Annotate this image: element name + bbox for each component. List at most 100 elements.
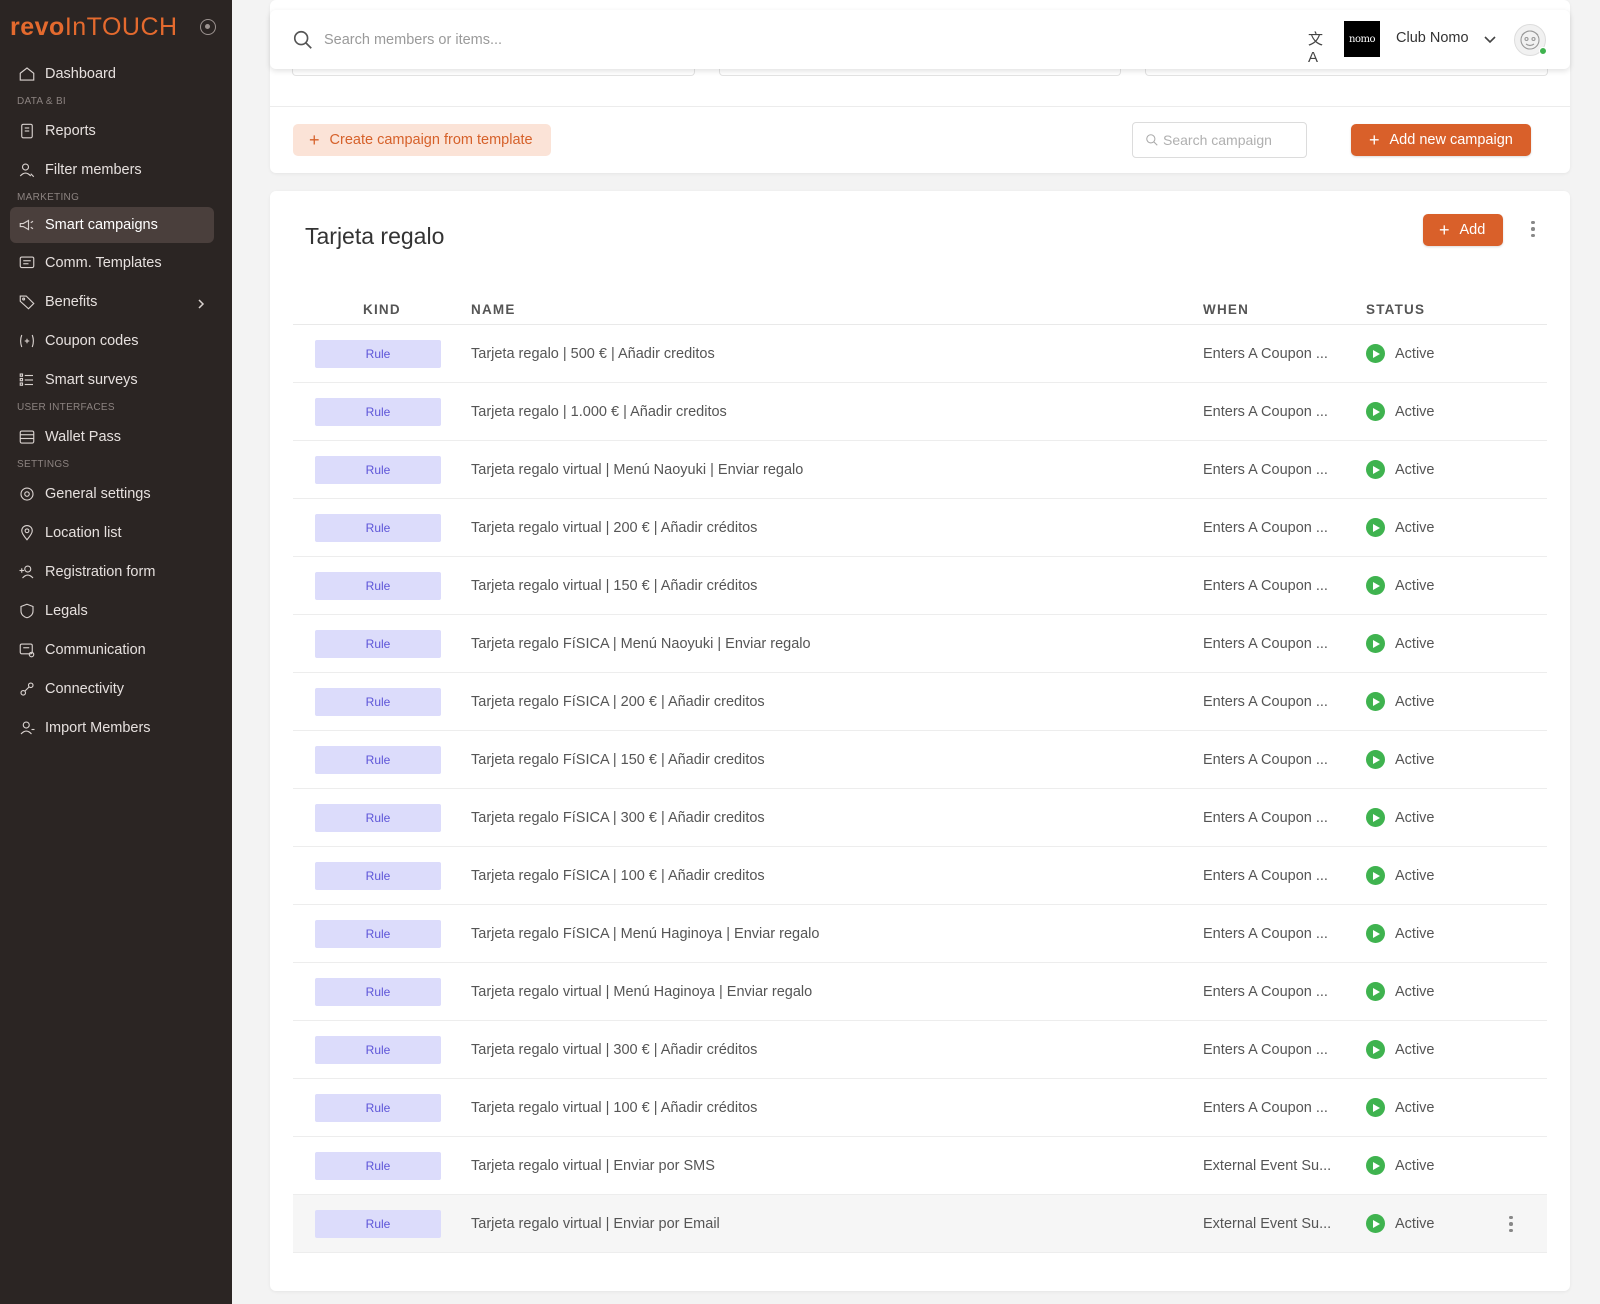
sidebar-item-dashboard[interactable]: Dashboard xyxy=(10,54,214,93)
play-icon xyxy=(1366,750,1385,769)
table-row[interactable]: Rule Tarjeta regalo FíSICA | Menú Naoyuki… xyxy=(293,615,1547,673)
sidebar-item-filter-members[interactable]: Filter members xyxy=(10,150,214,189)
wallet-icon xyxy=(18,428,36,446)
sidebar-item-connectivity[interactable]: Connectivity xyxy=(10,669,214,708)
column-header-when[interactable]: WHEN xyxy=(1203,302,1366,317)
logo-row: revoInTOUCH xyxy=(0,0,232,54)
name-cell[interactable]: Tarjeta regalo FíSICA | Menú Haginoya | … xyxy=(471,926,1203,942)
status-cell: Active xyxy=(1366,1156,1546,1175)
name-cell[interactable]: Tarjeta regalo virtual | Enviar por Emai… xyxy=(471,1216,1203,1232)
name-cell[interactable]: Tarjeta regalo FíSICA | 100 € | Añadir c… xyxy=(471,868,1203,884)
search-icon xyxy=(292,29,314,51)
chevron-down-icon[interactable] xyxy=(1483,32,1497,46)
reports-icon xyxy=(18,122,36,140)
kind-badge: Rule xyxy=(315,339,441,368)
sidebar-section-label: DATA & BI xyxy=(17,96,67,107)
plus-icon: + xyxy=(1439,220,1450,240)
status-label: Active xyxy=(1395,925,1435,942)
kind-cell: Rule xyxy=(293,1035,471,1064)
sidebar-item-label: Dashboard xyxy=(45,65,116,82)
name-cell[interactable]: Tarjeta regalo FíSICA | Menú Naoyuki | E… xyxy=(471,636,1203,652)
when-cell: External Event Su... xyxy=(1203,1157,1332,1174)
name-cell[interactable]: Tarjeta regalo virtual | 300 € | Añadir … xyxy=(471,1042,1203,1058)
name-cell[interactable]: Tarjeta regalo virtual | Menú Haginoya |… xyxy=(471,984,1203,1000)
translate-icon[interactable]: 文A xyxy=(1308,28,1330,66)
name-cell[interactable]: Tarjeta regalo FíSICA | 200 € | Añadir c… xyxy=(471,694,1203,710)
kind-badge: Rule xyxy=(315,861,441,890)
column-header-kind[interactable]: KIND xyxy=(293,302,471,317)
column-header-status[interactable]: STATUS xyxy=(1366,302,1546,317)
avatar[interactable] xyxy=(1514,24,1547,56)
column-header-name[interactable]: NAME xyxy=(471,302,1203,317)
search-icon xyxy=(1146,134,1158,146)
sidebar-item-wallet-pass[interactable]: Wallet Pass xyxy=(10,417,214,456)
table-row[interactable]: Rule Tarjeta regalo virtual | Menú Hagino… xyxy=(293,963,1547,1021)
row-options-icon[interactable] xyxy=(1501,1212,1521,1236)
search-members-input[interactable] xyxy=(324,31,1224,48)
sidebar-item-communication[interactable]: Communication xyxy=(10,630,214,669)
sidebar-item-location-list[interactable]: Location list xyxy=(10,513,214,552)
table-row[interactable]: Rule Tarjeta regalo FíSICA | 200 € | Añad… xyxy=(293,673,1547,731)
app-logo[interactable]: revoInTOUCH xyxy=(10,13,178,42)
sidebar-item-general-settings[interactable]: General settings xyxy=(10,474,214,513)
table-row[interactable]: Rule Tarjeta regalo virtual | 100 € | Aña… xyxy=(293,1079,1547,1137)
when-cell: Enters A Coupon ... xyxy=(1203,519,1328,536)
sidebar-item-legals[interactable]: Legals xyxy=(10,591,214,630)
create-from-template-button[interactable]: + Create campaign from template xyxy=(293,124,551,156)
table-row[interactable]: Rule Tarjeta regalo virtual | 300 € | Aña… xyxy=(293,1021,1547,1079)
status-label: Active xyxy=(1395,983,1435,1000)
play-icon xyxy=(1366,344,1385,363)
table-row[interactable]: Rule Tarjeta regalo virtual | Enviar por … xyxy=(293,1137,1547,1195)
name-cell[interactable]: Tarjeta regalo virtual | 100 € | Añadir … xyxy=(471,1100,1203,1116)
campaigns-table: KIND NAME WHEN STATUS Rule Tarjeta regalo… xyxy=(293,295,1547,1253)
play-icon xyxy=(1366,692,1385,711)
table-row[interactable]: Rule Tarjeta regalo | 1.000 € | Añadir cr… xyxy=(293,383,1547,441)
sidebar-item-comm-templates[interactable]: Comm. Templates xyxy=(10,243,214,282)
sidebar-toggle-icon[interactable] xyxy=(200,19,216,35)
club-selector[interactable]: Club Nomo xyxy=(1396,30,1469,46)
name-cell[interactable]: Tarjeta regalo FíSICA | 300 € | Añadir c… xyxy=(471,810,1203,826)
sidebar-item-benefits[interactable]: Benefits xyxy=(10,282,214,321)
status-cell: Active xyxy=(1366,750,1546,769)
status-label: Active xyxy=(1395,1099,1435,1116)
kind-cell: Rule xyxy=(293,629,471,658)
sidebar-item-smart-campaigns[interactable]: Smart campaigns xyxy=(10,207,214,243)
table-row[interactable]: Rule Tarjeta regalo FíSICA | 150 € | Añad… xyxy=(293,731,1547,789)
table-row[interactable]: Rule Tarjeta regalo FíSICA | Menú Haginoy… xyxy=(293,905,1547,963)
more-options-icon[interactable] xyxy=(1523,217,1543,241)
search-campaign-field[interactable] xyxy=(1132,122,1307,158)
name-cell[interactable]: Tarjeta regalo virtual | 150 € | Añadir … xyxy=(471,578,1203,594)
table-row[interactable]: Rule Tarjeta regalo | 500 € | Añadir cred… xyxy=(293,325,1547,383)
sidebar-item-registration-form[interactable]: Registration form xyxy=(10,552,214,591)
name-cell[interactable]: Tarjeta regalo virtual | Menú Naoyuki | … xyxy=(471,462,1203,478)
sidebar-item-label: Smart surveys xyxy=(45,371,138,388)
add-new-campaign-button[interactable]: + Add new campaign xyxy=(1351,124,1531,156)
sidebar-item-reports[interactable]: Reports xyxy=(10,111,214,150)
table-row[interactable]: Rule Tarjeta regalo FíSICA | 300 € | Añad… xyxy=(293,789,1547,847)
add-button[interactable]: + Add xyxy=(1423,214,1504,246)
name-cell[interactable]: Tarjeta regalo virtual | Enviar por SMS xyxy=(471,1158,1203,1174)
table-row[interactable]: Rule Tarjeta regalo virtual | 200 € | Aña… xyxy=(293,499,1547,557)
kind-badge: Rule xyxy=(315,977,441,1006)
search-campaign-input[interactable] xyxy=(1163,132,1303,148)
name-cell[interactable]: Tarjeta regalo virtual | 200 € | Añadir … xyxy=(471,520,1203,536)
sidebar-item-smart-surveys[interactable]: Smart surveys xyxy=(10,360,214,399)
sidebar-item-label: Legals xyxy=(45,602,88,619)
play-icon xyxy=(1366,518,1385,537)
kind-badge: Rule xyxy=(315,1093,441,1122)
sidebar-section-label: SETTINGS xyxy=(17,459,70,470)
name-cell[interactable]: Tarjeta regalo | 500 € | Añadir creditos xyxy=(471,346,1203,362)
play-icon xyxy=(1366,460,1385,479)
club-logo: nomo xyxy=(1344,21,1380,57)
name-cell[interactable]: Tarjeta regalo FíSICA | 150 € | Añadir c… xyxy=(471,752,1203,768)
sidebar-item-coupon-codes[interactable]: Coupon codes xyxy=(10,321,214,360)
table-row[interactable]: Rule Tarjeta regalo virtual | Enviar por … xyxy=(293,1195,1547,1253)
table-row[interactable]: Rule Tarjeta regalo virtual | 150 € | Aña… xyxy=(293,557,1547,615)
pin-icon xyxy=(18,524,36,542)
name-cell[interactable]: Tarjeta regalo | 1.000 € | Añadir credit… xyxy=(471,404,1203,420)
table-row[interactable]: Rule Tarjeta regalo virtual | Menú Naoyuk… xyxy=(293,441,1547,499)
sidebar-item-import-members[interactable]: Import Members xyxy=(10,708,214,747)
status-label: Active xyxy=(1395,693,1435,710)
play-icon xyxy=(1366,576,1385,595)
table-row[interactable]: Rule Tarjeta regalo FíSICA | 100 € | Añad… xyxy=(293,847,1547,905)
